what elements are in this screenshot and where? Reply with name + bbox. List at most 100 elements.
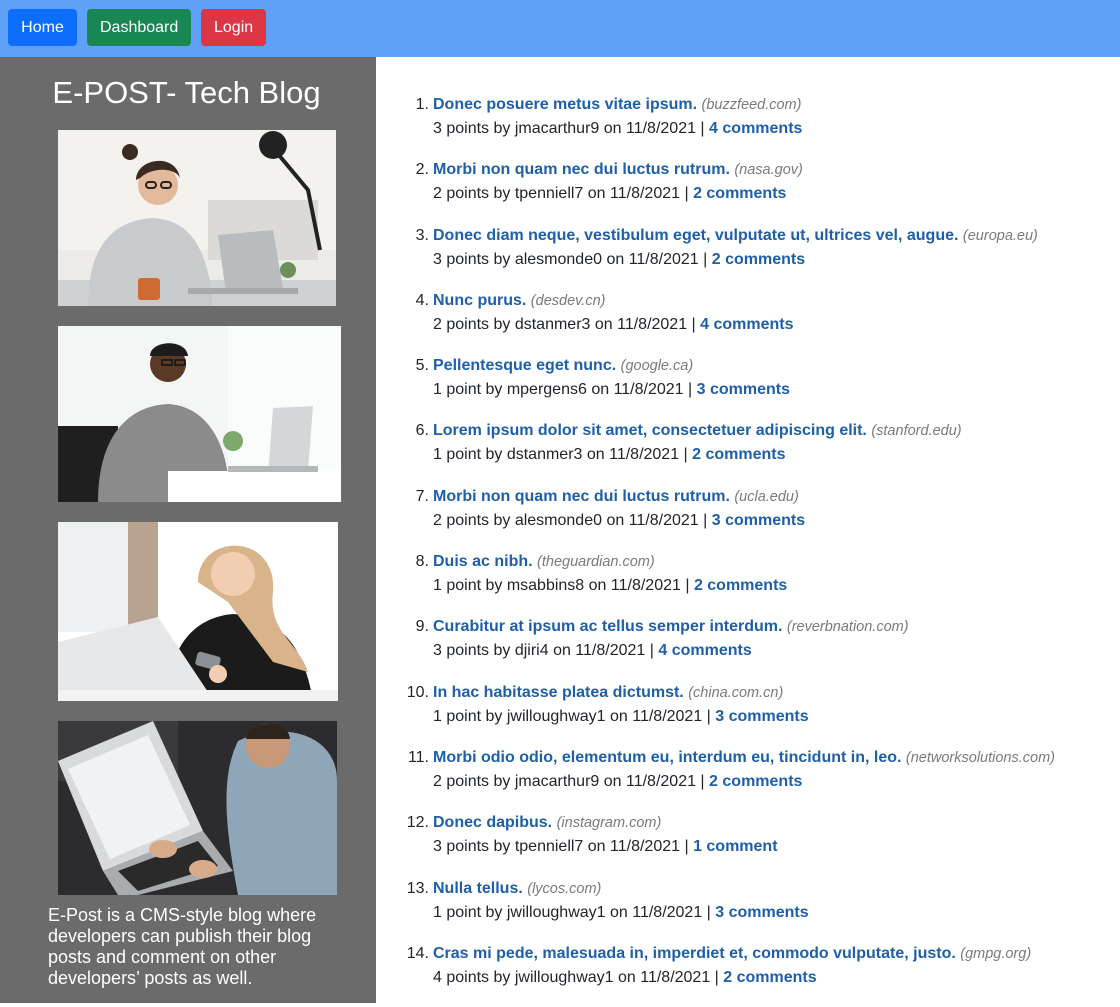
post-item: 7. Morbi non quam nec dui luctus rutrum. …	[416, 485, 1113, 550]
post-meta: 1 point by jwilloughway1 on 11/8/2021 |	[433, 707, 711, 725]
post-meta-line: 3 points by tpenniell7 on 11/8/2021 | 1 …	[433, 835, 1113, 859]
post-item: 8. Duis ac nibh. (theguardian.com) 1 point…	[416, 550, 1113, 615]
post-item: 12. Donec dapibus. (instagram.com) 3 point…	[407, 811, 1113, 876]
post-comments-link[interactable]: 3 comments	[715, 904, 808, 921]
post-item: 9. Curabitur at ipsum ac tellus semper in…	[416, 615, 1113, 680]
blog-title: E-POST- Tech Blog	[52, 75, 321, 110]
post-title-link[interactable]: Duis ac nibh.	[433, 553, 533, 570]
post-comments-link[interactable]: 3 comments	[712, 512, 805, 529]
post-item: 4. Nunc purus. (desdev.cn) 2 points by dst…	[416, 289, 1113, 354]
post-item: 10. In hac habitasse platea dictumst. (ch…	[407, 681, 1113, 746]
post-comments-link[interactable]: 2 comments	[692, 446, 785, 463]
post-title-link[interactable]: Morbi non quam nec dui luctus rutrum.	[433, 488, 730, 505]
main-content: 1. Donec posuere metus vitae ipsum. (buzz…	[376, 57, 1120, 1003]
post-comments-link[interactable]: 1 comment	[693, 838, 777, 855]
home-button[interactable]: Home	[8, 9, 77, 46]
post-number: 12.	[406, 814, 429, 832]
woman-laptop-photo	[58, 130, 336, 306]
post-domain: (theguardian.com)	[537, 554, 655, 571]
laptop-typing-photo	[58, 721, 337, 895]
post-comments-link[interactable]: 4 comments	[658, 642, 751, 659]
post-comments-link[interactable]: 3 comments	[697, 381, 790, 398]
post-meta: 2 points by tpenniell7 on 11/8/2021 |	[433, 185, 689, 203]
post-title-link[interactable]: Morbi non quam nec dui luctus rutrum.	[433, 161, 730, 178]
post-comments-link[interactable]: 4 comments	[709, 120, 802, 137]
post-domain: (reverbnation.com)	[786, 619, 909, 636]
post-number: 10.	[406, 683, 429, 701]
post-meta: 3 points by tpenniell7 on 11/8/2021 |	[433, 838, 689, 856]
post-title-line: Pellentesque eget nunc. (google.ca)	[433, 354, 1113, 378]
post-item: 1. Donec posuere metus vitae ipsum. (buzz…	[416, 93, 1113, 158]
post-comments-link[interactable]: 2 comments	[712, 251, 805, 268]
post-title-link[interactable]: Curabitur at ipsum ac tellus semper inte…	[433, 618, 782, 635]
post-title-link[interactable]: Lorem ipsum dolor sit amet, consectetuer…	[433, 422, 867, 439]
post-meta: 2 points by dstanmer3 on 11/8/2021 |	[433, 315, 696, 333]
post-meta-line: 1 point by dstanmer3 on 11/8/2021 | 2 co…	[433, 443, 1113, 467]
post-meta: 2 points by alesmonde0 on 11/8/2021 |	[433, 511, 708, 529]
post-title-link[interactable]: Donec diam neque, vestibulum eget, vulpu…	[433, 227, 958, 244]
post-meta-line: 3 points by jmacarthur9 on 11/8/2021 | 4…	[433, 117, 1113, 141]
post-list: 1. Donec posuere metus vitae ipsum. (buzz…	[407, 93, 1113, 1007]
post-domain: (networksolutions.com)	[905, 749, 1055, 766]
post-title-link[interactable]: Cras mi pede, malesuada in, imperdiet et…	[433, 945, 956, 962]
post-meta-line: 1 point by jwilloughway1 on 11/8/2021 | …	[433, 901, 1113, 925]
post-title-line: Morbi odio odio, elementum eu, interdum …	[433, 746, 1113, 770]
post-meta-line: 1 point by mpergens6 on 11/8/2021 | 3 co…	[433, 378, 1113, 402]
post-number: 13.	[406, 879, 429, 897]
post-number: 1.	[415, 96, 429, 113]
post-comments-link[interactable]: 3 comments	[715, 708, 808, 725]
post-number: 14.	[406, 944, 429, 962]
post-comments-link[interactable]: 4 comments	[700, 316, 793, 333]
post-domain: (desdev.cn)	[530, 292, 606, 309]
post-comments-link[interactable]: 2 comments	[694, 577, 787, 594]
post-meta-line: 2 points by jmacarthur9 on 11/8/2021 | 2…	[433, 770, 1113, 794]
post-number: 5.	[415, 357, 429, 375]
post-title-link[interactable]: Donec dapibus.	[433, 814, 552, 831]
post-meta: 3 points by jmacarthur9 on 11/8/2021 |	[433, 120, 705, 137]
post-title-link[interactable]: In hac habitasse platea dictumst.	[433, 684, 684, 701]
post-meta: 3 points by alesmonde0 on 11/8/2021 |	[433, 250, 708, 268]
post-title-line: Morbi non quam nec dui luctus rutrum. (n…	[433, 158, 1113, 182]
post-meta: 1 point by mpergens6 on 11/8/2021 |	[433, 381, 693, 399]
post-meta-line: 1 point by jwilloughway1 on 11/8/2021 | …	[433, 705, 1113, 729]
post-title-line: Morbi non quam nec dui luctus rutrum. (u…	[433, 485, 1113, 509]
post-domain: (google.ca)	[620, 358, 694, 375]
login-button[interactable]: Login	[201, 9, 266, 46]
post-title-link[interactable]: Nunc purus.	[433, 292, 526, 309]
post-meta-line: 4 points by jwilloughway1 on 11/8/2021 |…	[433, 966, 1113, 990]
post-item: 13. Nulla tellus. (lycos.com) 1 point by j…	[407, 877, 1113, 942]
post-domain: (nasa.gov)	[734, 162, 803, 179]
post-title-line: Donec posuere metus vitae ipsum. (buzzfe…	[433, 93, 1113, 117]
post-item: 14. Cras mi pede, malesuada in, imperdiet…	[407, 942, 1113, 1007]
post-meta: 4 points by jwilloughway1 on 11/8/2021 |	[433, 968, 719, 986]
post-domain: (china.com.cn)	[688, 684, 784, 701]
post-meta: 1 point by msabbins8 on 11/8/2021 |	[433, 577, 690, 595]
post-title-line: In hac habitasse platea dictumst. (china…	[433, 681, 1113, 705]
post-comments-link[interactable]: 2 comments	[693, 185, 786, 202]
post-number: 3.	[415, 226, 429, 244]
post-title-line: Nunc purus. (desdev.cn)	[433, 289, 1113, 313]
post-title-link[interactable]: Pellentesque eget nunc.	[433, 357, 616, 374]
post-number: 2.	[415, 161, 429, 179]
post-item: 3. Donec diam neque, vestibulum eget, vul…	[416, 224, 1113, 289]
post-number: 11.	[407, 748, 429, 766]
post-meta-line: 3 points by djiri4 on 11/8/2021 | 4 comm…	[433, 639, 1113, 663]
post-meta-line: 2 points by tpenniell7 on 11/8/2021 | 2 …	[433, 182, 1113, 206]
post-title-link[interactable]: Donec posuere metus vitae ipsum.	[433, 96, 697, 113]
man-laptop-photo	[58, 326, 341, 502]
post-meta-line: 2 points by alesmonde0 on 11/8/2021 | 3 …	[433, 509, 1113, 533]
post-domain: (stanford.edu)	[871, 423, 962, 440]
woman-phone-photo	[58, 522, 338, 701]
dashboard-button[interactable]: Dashboard	[87, 9, 191, 46]
post-comments-link[interactable]: 2 comments	[723, 969, 816, 986]
post-title-link[interactable]: Morbi odio odio, elementum eu, interdum …	[433, 749, 901, 766]
post-meta: 2 points by jmacarthur9 on 11/8/2021 |	[433, 772, 705, 790]
post-number: 6.	[415, 422, 429, 440]
post-number: 9.	[415, 618, 429, 636]
post-item: 6. Lorem ipsum dolor sit amet, consectetu…	[416, 419, 1113, 484]
post-title-line: Cras mi pede, malesuada in, imperdiet et…	[433, 942, 1113, 966]
post-title-line: Donec dapibus. (instagram.com)	[433, 811, 1113, 835]
post-domain: (ucla.edu)	[734, 488, 799, 505]
post-comments-link[interactable]: 2 comments	[709, 773, 802, 790]
post-title-link[interactable]: Nulla tellus.	[433, 880, 523, 897]
